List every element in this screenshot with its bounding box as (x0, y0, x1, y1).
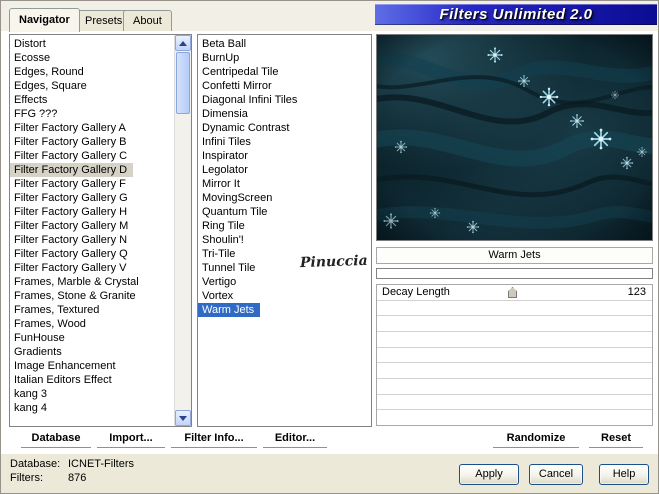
filter-item[interactable]: Mirror It (198, 177, 246, 191)
status-filters-line: Filters: 876 (10, 471, 134, 485)
parameter-row: Decay Length 123 (377, 285, 652, 301)
scroll-down-button[interactable] (175, 410, 191, 426)
category-item[interactable]: Edges, Round (10, 65, 90, 79)
filter-item[interactable]: Legolator (198, 163, 254, 177)
category-item[interactable]: Filter Factory Gallery F (10, 177, 132, 191)
status-database-value: ICNET-Filters (68, 458, 134, 470)
category-item[interactable]: Filter Factory Gallery C (10, 149, 133, 163)
category-item[interactable]: Image Enhancement (10, 359, 122, 373)
category-item[interactable]: Frames, Stone & Granite (10, 289, 142, 303)
import-button[interactable]: Import... (97, 430, 165, 448)
category-item[interactable]: FFG ??? (10, 107, 63, 121)
category-item[interactable]: Filter Factory Gallery N (10, 233, 133, 247)
empty-parameter-row (377, 301, 652, 317)
filters-unlimited-window: Navigator Presets About Filters Unlimite… (0, 0, 659, 494)
parameter-value: 123 (627, 286, 646, 299)
status-database-label: Database: (10, 458, 61, 470)
category-item[interactable]: Gradients (10, 345, 68, 359)
filter-listbox: Beta Ball BurnUp Centripedal Tile Confetti … (197, 34, 372, 427)
empty-parameter-row (377, 332, 652, 348)
status-filters-value: 876 (68, 472, 87, 484)
filter-item[interactable]: Tunnel Tile (198, 261, 261, 275)
category-item[interactable]: Frames, Wood (10, 317, 92, 331)
reset-button[interactable]: Reset (589, 430, 643, 448)
category-item[interactable]: Filter Factory Gallery B (10, 135, 132, 149)
filter-item[interactable]: Vortex (198, 289, 239, 303)
filter-list: Beta Ball BurnUp Centripedal Tile Confetti … (198, 37, 371, 426)
filter-item[interactable]: Vertigo (198, 275, 242, 289)
randomize-button[interactable]: Randomize (493, 430, 579, 448)
category-item[interactable]: Effects (10, 93, 53, 107)
category-listbox: Distort Ecosse Edges, Round Edges, Square Ef… (9, 34, 192, 427)
cancel-button[interactable]: Cancel (529, 464, 583, 485)
app-title: Filters Unlimited 2.0 (439, 6, 593, 23)
apply-button[interactable]: Apply (459, 464, 519, 485)
category-item[interactable]: Filter Factory Gallery Q (10, 247, 134, 261)
empty-parameter-row (377, 348, 652, 364)
filter-item[interactable]: MovingScreen (198, 191, 278, 205)
scroll-up-button[interactable] (175, 35, 191, 51)
filter-item[interactable]: Beta Ball (198, 37, 252, 51)
category-item[interactable]: Filter Factory Gallery H (10, 205, 133, 219)
filter-item[interactable]: Infini Tiles (198, 135, 257, 149)
status-bar: Database: ICNET-Filters Filters: 876 (10, 457, 134, 485)
category-item[interactable]: Frames, Marble & Crystal (10, 275, 145, 289)
category-item[interactable]: Filter Factory Gallery D (10, 163, 134, 177)
filter-item[interactable]: Centripedal Tile (198, 65, 284, 79)
filter-item[interactable]: Inspirator (198, 149, 254, 163)
empty-parameter-row (377, 316, 652, 333)
parameter-name: Decay Length (382, 286, 450, 299)
category-item[interactable]: Edges, Square (10, 79, 93, 93)
category-item[interactable]: Distort (10, 37, 52, 51)
scrollbar-thumb[interactable] (176, 52, 190, 114)
progress-bar (376, 268, 653, 279)
database-button[interactable]: Database (21, 430, 91, 448)
category-item[interactable]: Ecosse (10, 51, 56, 65)
tab-about[interactable]: About (123, 10, 172, 31)
filter-item[interactable]: Dimensia (198, 107, 254, 121)
empty-parameter-row (377, 395, 652, 411)
filter-item[interactable]: Shoulin'! (198, 233, 250, 247)
editor-button[interactable]: Editor... (263, 430, 327, 448)
filter-item[interactable]: Dynamic Contrast (198, 121, 295, 135)
tab-navigator[interactable]: Navigator (9, 8, 80, 32)
category-item[interactable]: Filter Factory Gallery A (10, 121, 132, 135)
filter-item[interactable]: Warm Jets (198, 303, 261, 317)
category-scrollbar[interactable] (174, 35, 191, 426)
category-item[interactable]: Frames, Textured (10, 303, 105, 317)
title-banner: Filters Unlimited 2.0 (375, 4, 657, 25)
empty-parameter-row (377, 363, 652, 380)
category-item[interactable]: Filter Factory Gallery M (10, 219, 134, 233)
filter-item[interactable]: Diagonal Infini Tiles (198, 93, 303, 107)
filter-item[interactable]: Tri-Tile (198, 247, 241, 261)
parameter-panel: Decay Length 123 (376, 284, 653, 426)
filter-item[interactable]: Confetti Mirror (198, 79, 278, 93)
category-item[interactable]: kang 3 (10, 387, 53, 401)
category-item[interactable]: Italian Editors Effect (10, 373, 118, 387)
decay-length-slider-thumb[interactable] (508, 287, 517, 298)
preview-panel (376, 34, 653, 241)
status-database-line: Database: ICNET-Filters (10, 457, 134, 471)
selected-filter-caption: Warm Jets (376, 247, 653, 264)
category-item[interactable]: kang 4 (10, 401, 53, 415)
filter-item[interactable]: Quantum Tile (198, 205, 273, 219)
empty-parameter-row (377, 410, 652, 425)
main-area: Distort Ecosse Edges, Round Edges, Square Ef… (1, 31, 658, 454)
preview-image (377, 35, 652, 240)
filter-item[interactable]: BurnUp (198, 51, 245, 65)
empty-parameter-row (377, 379, 652, 395)
category-item[interactable]: FunHouse (10, 331, 71, 345)
category-item[interactable]: Filter Factory Gallery G (10, 191, 134, 205)
arrow-down-icon (179, 416, 187, 421)
category-item[interactable]: Filter Factory Gallery V (10, 261, 132, 275)
filter-info-button[interactable]: Filter Info... (171, 430, 257, 448)
arrow-up-icon (179, 41, 187, 46)
status-filters-label: Filters: (10, 472, 43, 484)
filter-item[interactable]: Ring Tile (198, 219, 251, 233)
category-list: Distort Ecosse Edges, Round Edges, Square Ef… (10, 37, 174, 426)
help-button[interactable]: Help (599, 464, 649, 485)
